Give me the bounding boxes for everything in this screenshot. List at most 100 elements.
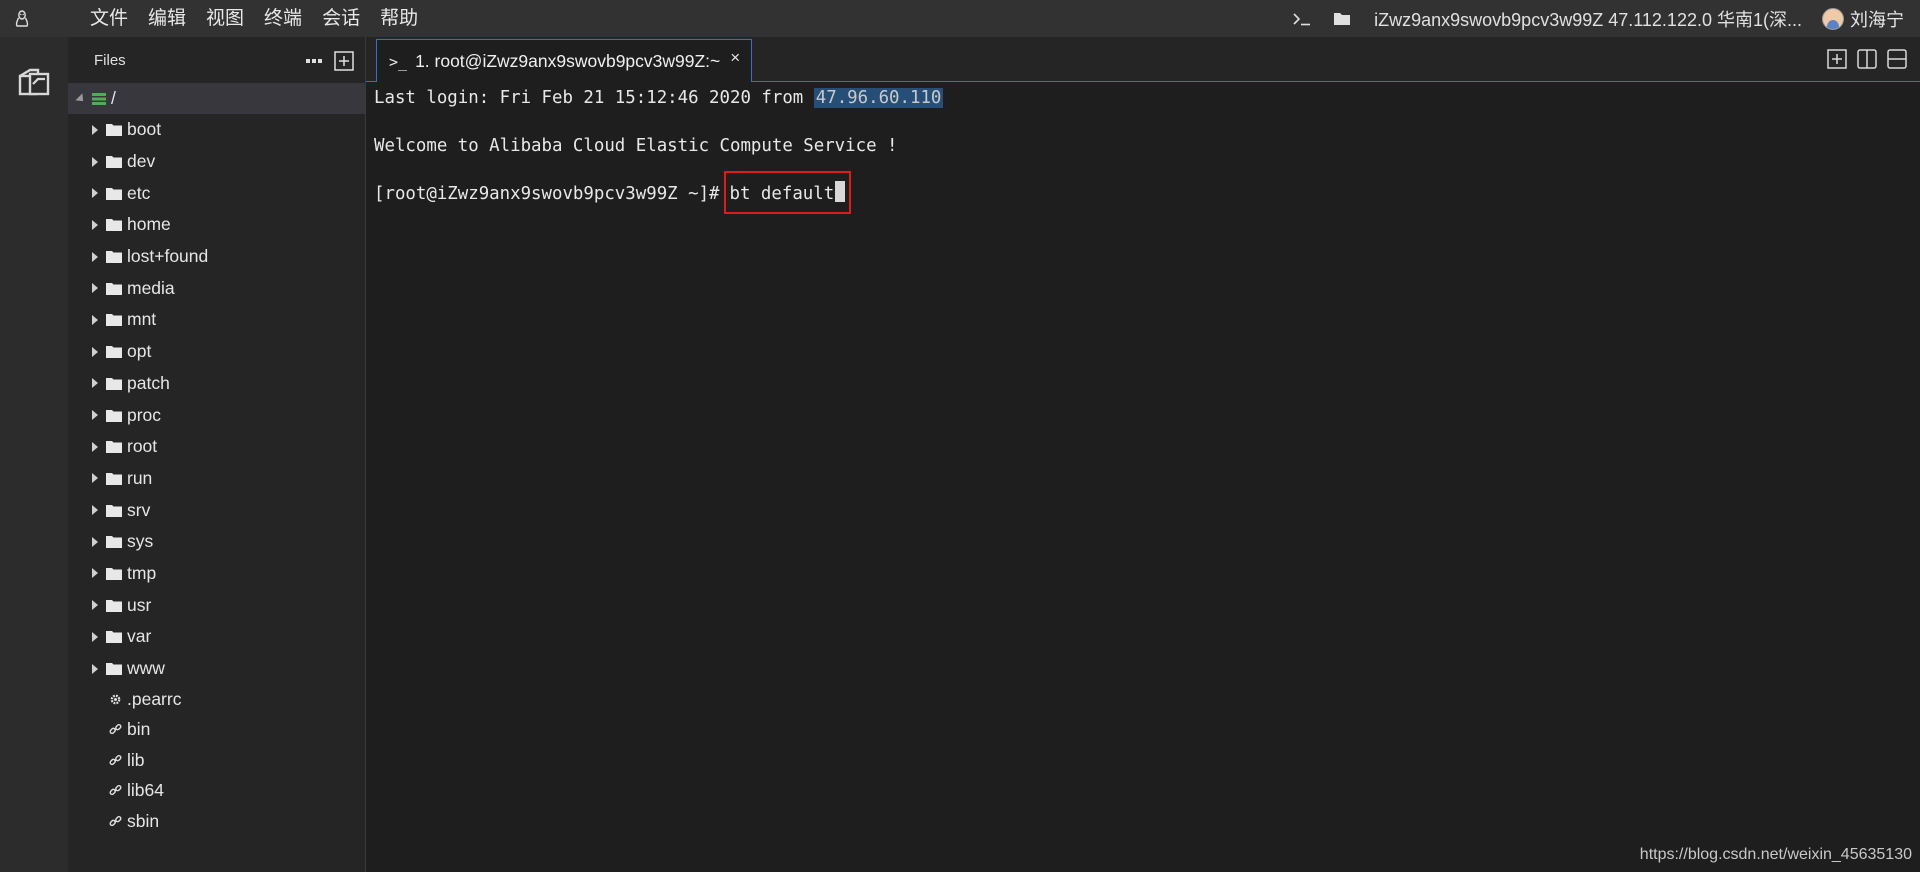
- avatar: [1822, 7, 1844, 30]
- menu-file[interactable]: 文件: [80, 0, 138, 37]
- folder-icon: [106, 504, 122, 517]
- tree-file-row[interactable]: lib: [68, 745, 365, 775]
- terminal-prompt-icon: >_: [389, 52, 408, 71]
- folder-icon: [106, 218, 122, 232]
- folder-label: boot: [127, 119, 162, 140]
- menubar-right: iZwz9anx9swovb9pcv3w99Z 47.112.122.0 华南1…: [1282, 0, 1920, 37]
- new-file-icon[interactable]: [331, 49, 357, 73]
- file-label: lib: [127, 749, 145, 770]
- folder-label: dev: [127, 151, 156, 172]
- tree-folder-row[interactable]: sys: [68, 526, 365, 558]
- folder-label: srv: [127, 499, 151, 520]
- prompt-line: [root@iZwz9anx9swovb9pcv3w99Z ~]# bt defa…: [374, 171, 852, 214]
- file-sidebar: Files / boot dev etc home lost+found med…: [68, 37, 366, 872]
- tree-root[interactable]: /: [68, 83, 365, 114]
- chevron-right-icon: [92, 441, 98, 452]
- folder-label: tmp: [127, 562, 157, 583]
- folder-label: lost+found: [127, 246, 209, 267]
- folder-label: patch: [127, 372, 170, 393]
- menu-terminal[interactable]: 终端: [254, 0, 312, 37]
- tree-file-row[interactable]: sbin: [68, 806, 365, 836]
- folder-icon[interactable]: [1322, 0, 1362, 37]
- menu-edit[interactable]: 编辑: [138, 0, 196, 37]
- split-horizontal-icon[interactable]: [1882, 46, 1912, 72]
- login-text: Last login: Fri Feb 21 15:12:46 2020 fro…: [374, 88, 814, 108]
- sidebar-header: Files: [68, 37, 365, 83]
- terminal-prompt-icon[interactable]: [1282, 0, 1322, 37]
- caret-down-icon: [75, 92, 87, 105]
- close-icon[interactable]: ×: [730, 48, 740, 68]
- chevron-right-icon: [92, 378, 98, 389]
- tree-folder-row[interactable]: root: [68, 431, 365, 463]
- menu-bar: 文件 编辑 视图 终端 会话 帮助 iZwz9anx9swovb9pcv3w99…: [0, 0, 1920, 37]
- folder-label: home: [127, 214, 171, 235]
- chevron-right-icon: [92, 536, 98, 547]
- tree-folder-row[interactable]: mnt: [68, 304, 365, 336]
- app-window: 文件 编辑 视图 终端 会话 帮助 iZwz9anx9swovb9pcv3w99…: [0, 0, 1920, 872]
- folder-icon: [106, 345, 122, 359]
- tab-terminal-1[interactable]: >_ 1. root@iZwz9anx9swovb9pcv3w99Z:~ ×: [376, 39, 752, 83]
- tree-folder-row[interactable]: run: [68, 463, 365, 495]
- tree-folder-row[interactable]: patch: [68, 368, 365, 400]
- menu-view[interactable]: 视图: [196, 0, 254, 37]
- chevron-right-icon: [92, 600, 98, 611]
- more-options-icon[interactable]: [301, 49, 327, 73]
- file-label: sbin: [127, 810, 160, 831]
- tree-folder-row[interactable]: usr: [68, 589, 365, 621]
- tree-folder-row[interactable]: etc: [68, 177, 365, 209]
- menu-help[interactable]: 帮助: [370, 0, 428, 37]
- new-tab-icon[interactable]: [1822, 46, 1852, 72]
- activity-bar: [0, 37, 68, 872]
- chevron-right-icon: [92, 251, 98, 262]
- user-menu[interactable]: 刘海宁: [1822, 6, 1904, 32]
- folder-icon: [106, 567, 122, 580]
- link-icon: [108, 753, 122, 767]
- menu-items: 文件 编辑 视图 终端 会话 帮助: [80, 0, 428, 37]
- tree-folder-row[interactable]: proc: [68, 399, 365, 431]
- chevron-right-icon: [92, 124, 98, 135]
- link-icon: [108, 723, 122, 737]
- tree-file-row[interactable]: .pearrc: [68, 684, 365, 714]
- tree-folder-row[interactable]: var: [68, 621, 365, 653]
- server-root-icon: [92, 92, 106, 105]
- tree-folder-row[interactable]: media: [68, 272, 365, 304]
- folder-label: media: [127, 277, 175, 298]
- tree-folder-row[interactable]: home: [68, 209, 365, 241]
- tree-folder-row[interactable]: lost+found: [68, 241, 365, 273]
- file-label: .pearrc: [127, 689, 182, 710]
- folder-icon: [106, 250, 122, 264]
- tree-file-row[interactable]: bin: [68, 715, 365, 745]
- file-label: bin: [127, 719, 151, 740]
- tree-folder-row[interactable]: srv: [68, 494, 365, 526]
- folder-label: run: [127, 467, 153, 488]
- split-vertical-icon[interactable]: [1852, 46, 1882, 72]
- terminal-output[interactable]: Last login: Fri Feb 21 15:12:46 2020 fro…: [366, 82, 1920, 872]
- folder-label: usr: [127, 594, 152, 615]
- menu-session[interactable]: 会话: [312, 0, 370, 37]
- folder-label: www: [127, 658, 165, 679]
- folder-icon: [106, 187, 122, 200]
- chevron-right-icon: [92, 156, 98, 167]
- chevron-right-icon: [92, 219, 98, 230]
- highlighted-command-box: bt default: [723, 171, 852, 214]
- chevron-right-icon: [92, 188, 98, 199]
- folder-icon: [106, 535, 122, 549]
- command-text: bt default: [729, 184, 835, 204]
- files-explorer-icon[interactable]: [0, 51, 68, 113]
- folder-icon: [106, 409, 122, 422]
- tree-file-row[interactable]: lib64: [68, 776, 365, 806]
- tree-folder-row[interactable]: www: [68, 653, 365, 685]
- tree-folder-row[interactable]: boot: [68, 114, 365, 146]
- folder-label: etc: [127, 182, 151, 203]
- link-icon: [108, 814, 122, 828]
- folder-icon: [106, 440, 122, 454]
- tab-bar: >_ 1. root@iZwz9anx9swovb9pcv3w99Z:~ ×: [366, 37, 1920, 83]
- sidebar-title: Files: [94, 51, 126, 69]
- folder-icon: [106, 123, 122, 137]
- server-info[interactable]: iZwz9anx9swovb9pcv3w99Z 47.112.122.0 华南1…: [1374, 6, 1802, 32]
- tree-folder-row[interactable]: opt: [68, 336, 365, 368]
- tree-folder-row[interactable]: tmp: [68, 558, 365, 590]
- chevron-right-icon: [92, 631, 98, 642]
- link-icon: [108, 784, 122, 798]
- tree-folder-row[interactable]: dev: [68, 146, 365, 178]
